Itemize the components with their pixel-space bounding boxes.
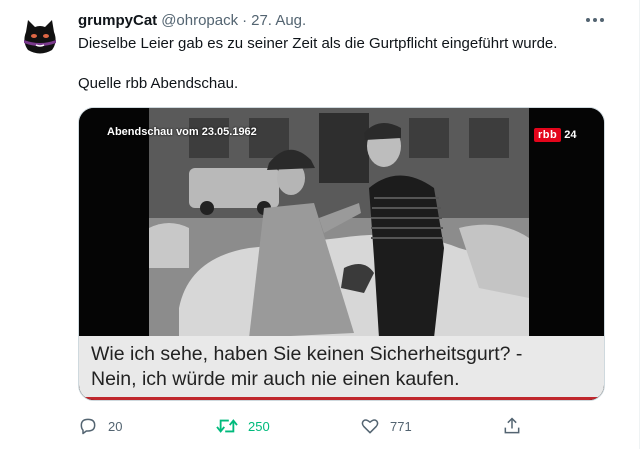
reply-button[interactable]: 20 [78,414,122,438]
tweet[interactable]: grumpyCat @ohropack · 27. Aug. Dieselbe … [0,0,640,449]
reply-count: 20 [108,418,123,434]
video-bottom-bar [79,397,604,400]
retweet-button[interactable]: 250 [216,414,270,438]
channel-logo: rbb 24 [534,128,576,142]
separator-dot: · [242,11,248,29]
more-dots-icon [586,18,604,22]
avatar[interactable] [16,12,64,60]
retweet-icon [216,419,238,433]
tweet-video[interactable]: Abendschau vom 23.05.1962 rbb 24 Wie ich… [78,107,605,401]
reply-icon [80,418,96,435]
display-name[interactable]: grumpyCat [78,12,157,29]
tweet-actions: 20 250 771 [78,414,538,438]
subtitle-line: Nein, ich würde mir auch nie einen kaufe… [91,368,460,390]
subtitle-line: Wie ich sehe, haben Sie keinen Sicherhei… [91,343,523,365]
tweet-text-source: Quelle rbb Abendschau. [78,75,239,92]
like-button[interactable]: 771 [360,414,412,438]
more-options-button[interactable] [580,8,610,32]
user-handle[interactable]: @ohropack [161,12,238,29]
heart-icon [361,419,379,434]
video-subtitles: Wie ich sehe, haben Sie keinen Sicherhei… [79,336,604,398]
timestamp[interactable]: 27. Aug. [251,12,306,29]
tweet-text: Dieselbe Leier gab es zu seiner Zeit als… [78,34,618,94]
tweet-header: grumpyCat @ohropack · 27. Aug. [78,10,306,30]
retweet-count: 250 [248,418,270,434]
channel-number: 24 [564,129,577,141]
video-overlay-title: Abendschau vom 23.05.1962 [107,126,257,138]
share-icon [504,417,520,434]
like-count: 771 [390,418,412,434]
share-button[interactable] [502,414,522,438]
channel-logo-text: rbb [534,128,562,142]
black-cat-avatar-icon [16,12,64,60]
tweet-text-line: Dieselbe Leier gab es zu seiner Zeit als… [78,35,558,52]
